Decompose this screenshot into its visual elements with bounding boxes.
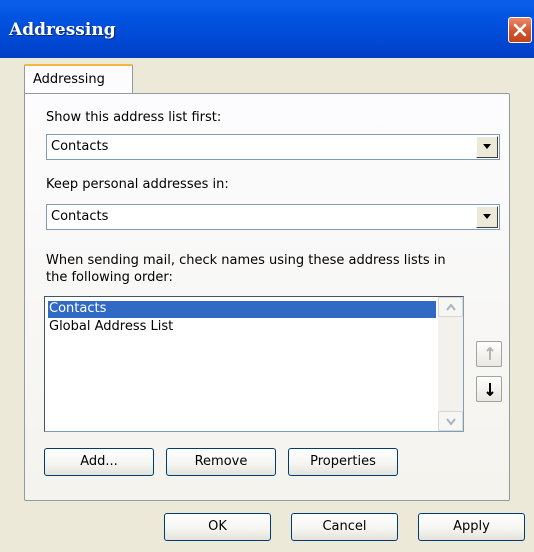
arrow-down-icon [486,383,494,396]
title-bar[interactable]: Addressing [0,0,534,58]
show-first-value: Contacts [51,139,109,154]
tab-label: Addressing [33,72,105,87]
chevron-down-icon [446,418,456,425]
remove-button[interactable]: Remove [166,448,276,476]
chevron-up-icon [446,304,456,311]
scroll-down-button[interactable] [438,411,463,431]
keep-personal-dropdown[interactable]: Contacts [46,204,500,230]
keep-personal-dropdown-button[interactable] [476,206,498,228]
address-list-order[interactable]: Contacts Global Address List [44,296,464,432]
chevron-down-icon [483,144,491,149]
list-item-label: Contacts [49,301,107,316]
arrow-up-icon [486,347,494,360]
order-label-line1: When sending mail, check names using the… [46,253,446,268]
scroll-up-button[interactable] [438,297,463,317]
close-button[interactable] [508,17,532,43]
ok-button[interactable]: OK [164,513,271,541]
add-button[interactable]: Add... [44,448,154,476]
show-first-dropdown-button[interactable] [476,136,498,158]
move-down-button[interactable] [476,376,502,402]
list-item-label: Global Address List [49,319,174,334]
cancel-button[interactable]: Cancel [291,513,398,541]
dialog-body: Addressing Show this address list first:… [0,58,534,552]
properties-button[interactable]: Properties [288,448,398,476]
list-item-contacts[interactable]: Contacts [48,301,436,318]
list-item-global-address-list[interactable]: Global Address List [48,319,173,336]
keep-personal-label: Keep personal addresses in: [46,177,229,192]
close-icon [513,23,527,37]
list-scrollbar[interactable] [438,297,463,431]
order-label-line2: the following order: [46,270,173,285]
window-title: Addressing [9,20,116,40]
apply-button[interactable]: Apply [418,513,525,541]
tab-addressing[interactable]: Addressing [24,64,133,94]
keep-personal-value: Contacts [51,209,109,224]
show-first-label: Show this address list first: [46,110,222,125]
chevron-down-icon [483,214,491,219]
move-up-button[interactable] [476,341,502,367]
show-first-dropdown[interactable]: Contacts [46,134,500,160]
